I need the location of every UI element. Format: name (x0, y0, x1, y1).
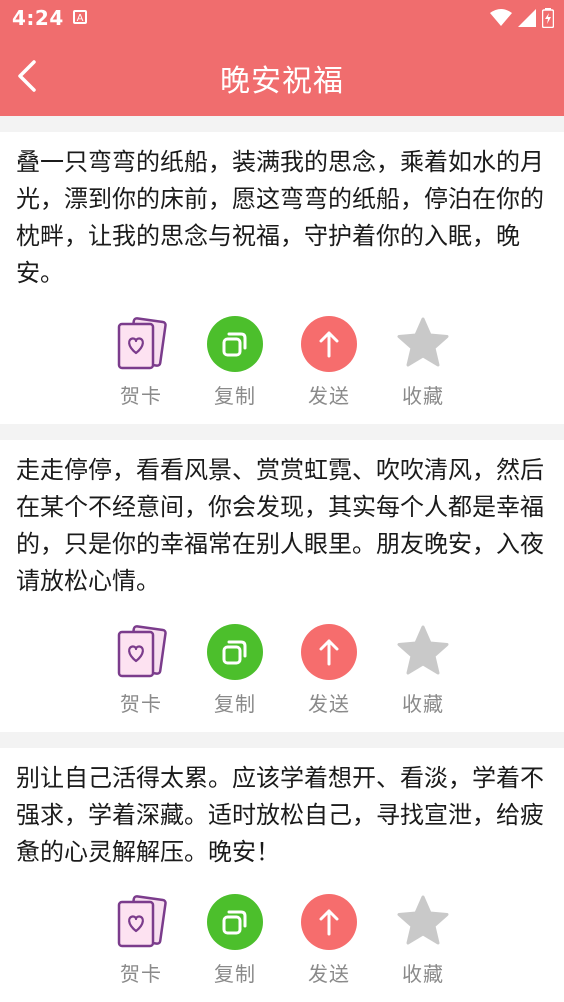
copy-button[interactable]: 复制 (195, 624, 275, 717)
blessing-card: 叠一只弯弯的纸船，装满我的思念，乘着如水的月光，漂到你的床前，愿这弯弯的纸船，停… (0, 132, 564, 424)
page-title: 晚安祝福 (220, 64, 344, 99)
favorite-button[interactable]: 收藏 (383, 894, 463, 987)
send-icon (301, 894, 357, 950)
send-icon (301, 624, 357, 680)
action-bar: 贺卡 复制 发送 收藏 (0, 894, 564, 994)
greeting-card-icon (117, 895, 167, 948)
blessing-text: 叠一只弯弯的纸船，装满我的思念，乘着如水的月光，漂到你的床前，愿这弯弯的纸船，停… (16, 148, 544, 287)
send-label: 发送 (308, 384, 350, 408)
favorite-label: 收藏 (402, 692, 444, 716)
wifi-icon (490, 9, 512, 26)
star-icon (397, 317, 449, 367)
favorite-button[interactable]: 收藏 (383, 624, 463, 717)
greeting-card-button[interactable]: 贺卡 (101, 316, 181, 409)
copy-button[interactable]: 复制 (195, 894, 275, 987)
blessing-text: 别让自己活得太累。应该学着想开、看淡，学着不强求，学着深藏。适时放松自己，寻找宣… (16, 764, 544, 866)
favorite-label: 收藏 (402, 384, 444, 408)
greeting-card-icon (117, 625, 167, 678)
copy-label: 复制 (214, 384, 256, 408)
favorite-label: 收藏 (402, 962, 444, 986)
status-time: 4:24 (12, 6, 64, 30)
action-bar: 贺卡 复制 发送 收藏 (0, 624, 564, 724)
copy-label: 复制 (214, 692, 256, 716)
greeting-card-button[interactable]: 贺卡 (101, 624, 181, 717)
greeting-card-button[interactable]: 贺卡 (101, 894, 181, 987)
copy-label: 复制 (214, 962, 256, 986)
send-label: 发送 (308, 692, 350, 716)
blessing-card: 别让自己活得太累。应该学着想开、看淡，学着不强求，学着深藏。适时放松自己，寻找宣… (0, 748, 564, 1002)
greeting-card-icon (117, 317, 167, 370)
send-label: 发送 (308, 962, 350, 986)
copy-icon (207, 894, 263, 950)
blessing-text: 走走停停，看看风景、赏赏虹霓、吹吹清风，然后在某个不经意间，你会发现，其实每个人… (16, 456, 544, 595)
battery-icon (542, 8, 554, 28)
greeting-card-label: 贺卡 (120, 384, 162, 408)
app-bar: 晚安祝福 (0, 36, 564, 116)
signal-icon (518, 9, 536, 27)
greeting-card-label: 贺卡 (120, 962, 162, 986)
status-icons (490, 8, 554, 28)
copy-icon (207, 316, 263, 372)
blessing-card: 走走停停，看看风景、赏赏虹霓、吹吹清风，然后在某个不经意间，你会发现，其实每个人… (0, 440, 564, 732)
status-bar: 4:24 A (0, 0, 564, 36)
favorite-button[interactable]: 收藏 (383, 316, 463, 409)
send-button[interactable]: 发送 (289, 624, 369, 717)
star-icon (397, 625, 449, 675)
notification-icon: A (73, 10, 87, 24)
send-icon (301, 316, 357, 372)
send-button[interactable]: 发送 (289, 316, 369, 409)
send-button[interactable]: 发送 (289, 894, 369, 987)
star-icon (397, 895, 449, 945)
copy-icon (207, 624, 263, 680)
copy-button[interactable]: 复制 (195, 316, 275, 409)
greeting-card-label: 贺卡 (120, 692, 162, 716)
action-bar: 贺卡 复制 发送 收藏 (0, 316, 564, 416)
